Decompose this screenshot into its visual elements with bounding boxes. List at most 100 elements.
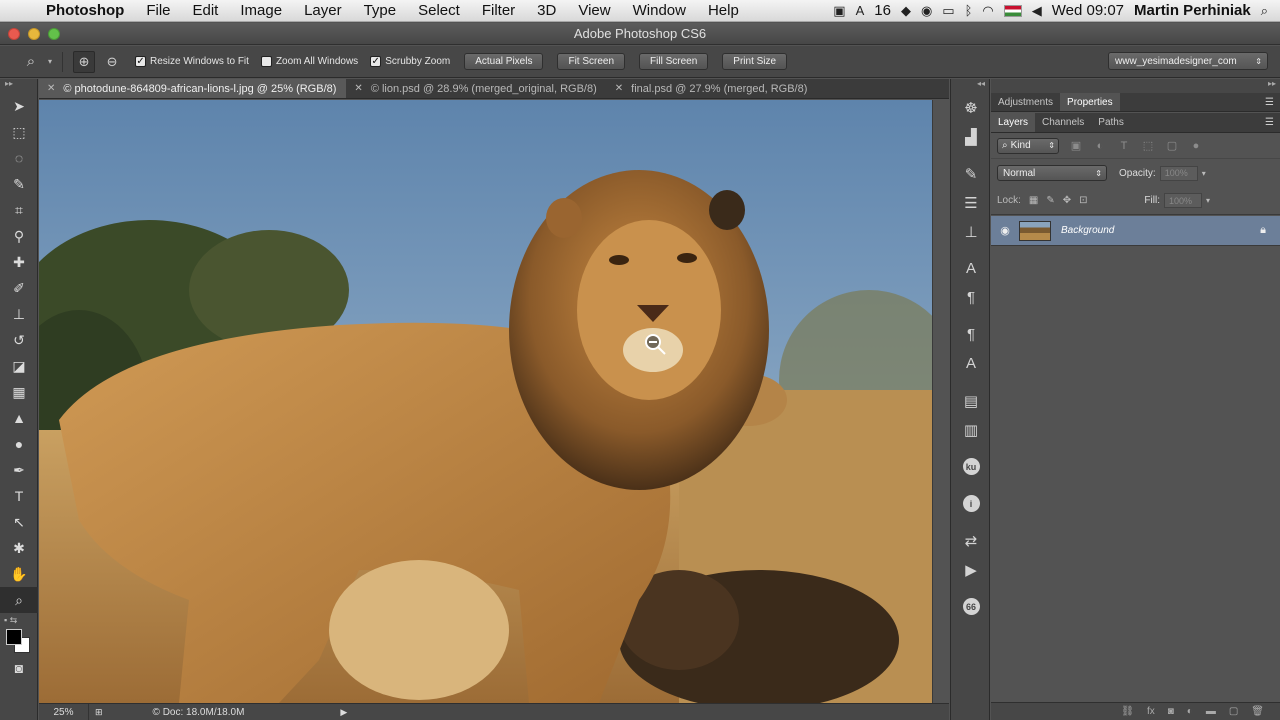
zoom-tool-icon[interactable]: ⌕ [0, 587, 38, 613]
histogram-panel-icon[interactable]: ▟ [951, 122, 991, 151]
filter-toggle-icon[interactable]: ● [1189, 140, 1203, 152]
collapse-panels-icon[interactable]: ▸▸ [991, 79, 1280, 93]
zoom-all-windows-checkbox[interactable]: Zoom All Windows [260, 56, 358, 67]
tab-layers[interactable]: Layers [991, 113, 1036, 132]
eyedropper-tool-icon[interactable]: ⚲ [0, 223, 38, 249]
filter-shape-icon[interactable]: ⬚ [1141, 139, 1155, 152]
new-group-icon[interactable]: ▬ [1206, 706, 1216, 717]
brush-presets-panel-icon[interactable]: ✎ [951, 159, 991, 188]
clone-stamp-tool-icon[interactable]: ⊥ [0, 301, 38, 327]
marquee-tool-icon[interactable]: ⬚ [0, 119, 38, 145]
adobe-icon[interactable]: A [856, 3, 865, 18]
display-icon[interactable]: ▭ [942, 3, 954, 19]
bluetooth-icon[interactable]: ᛒ [965, 3, 973, 18]
default-colors-icon[interactable]: ▪ ⇆ [4, 615, 17, 626]
pen-tool-icon[interactable]: ✒ [0, 457, 38, 483]
healing-brush-tool-icon[interactable]: ✚ [0, 249, 38, 275]
collapse-toolbar-icon[interactable]: ▸▸ [0, 79, 37, 93]
hand-tool-icon[interactable]: ✋ [0, 561, 38, 587]
dodge-tool-icon[interactable]: ● [0, 431, 38, 457]
paragraph-styles-panel-icon[interactable]: ¶ [951, 320, 991, 349]
menu-layer[interactable]: Layer [293, 2, 353, 19]
tab-properties[interactable]: Properties [1060, 93, 1120, 111]
history-brush-tool-icon[interactable]: ↺ [0, 327, 38, 353]
filter-pixel-icon[interactable]: ▣ [1069, 139, 1083, 152]
paragraph-panel-icon[interactable]: ¶ [951, 283, 991, 312]
menu-app-photoshop[interactable]: Photoshop [40, 2, 135, 19]
tool-preset-dropdown-icon[interactable]: ▾ [48, 57, 52, 66]
notes-panel-icon[interactable]: ▤ [951, 386, 991, 415]
adjustment-layer-icon[interactable]: ◐ [1187, 706, 1193, 717]
workspace-switcher[interactable]: www_yesimadesigner_com ⇕ [1108, 52, 1268, 70]
expand-panels-icon[interactable]: ◂◂ [951, 79, 989, 93]
opacity-slider-icon[interactable]: ▾ [1202, 169, 1206, 178]
path-selection-tool-icon[interactable]: ↖ [0, 509, 38, 535]
menu-filter[interactable]: Filter [471, 2, 526, 19]
extension-panel-icon[interactable]: 66 [951, 592, 991, 621]
panel-menu-icon[interactable]: ☰ [1265, 97, 1274, 108]
add-mask-icon[interactable]: ◙ [1168, 706, 1174, 717]
menu-help[interactable]: Help [697, 2, 750, 19]
layer-lock-icon[interactable]: 🔒︎ [1260, 224, 1266, 237]
lasso-tool-icon[interactable]: ◌ [0, 145, 38, 171]
type-tool-icon[interactable]: T [0, 483, 38, 509]
fit-screen-button[interactable]: Fit Screen [557, 53, 626, 70]
foreground-color-swatch[interactable] [6, 629, 22, 645]
print-size-button[interactable]: Print Size [722, 53, 788, 70]
fill-field[interactable]: 100% [1163, 193, 1202, 208]
lock-all-icon[interactable]: ⊡ [1079, 195, 1087, 206]
zoom-out-mode-button[interactable]: ⊖ [101, 51, 123, 73]
window-zoom-button[interactable] [48, 28, 60, 40]
character-styles-panel-icon[interactable]: A [951, 349, 991, 378]
history-panel-icon[interactable]: ⇄ [951, 526, 991, 555]
kuler-panel-icon[interactable]: ku [951, 452, 991, 481]
tool-presets-panel-icon[interactable]: ▥ [951, 415, 991, 444]
spotlight-search-icon[interactable]: ⌕ [1261, 3, 1268, 19]
menu-3d[interactable]: 3D [526, 2, 567, 19]
lock-pixels-icon[interactable]: ✎ [1046, 195, 1054, 206]
status-menu-arrow-icon[interactable]: ▶ [340, 707, 347, 718]
fill-screen-button[interactable]: Fill Screen [639, 53, 709, 70]
blend-mode-dropdown[interactable]: Normal ⇕ [997, 165, 1107, 181]
doc-info-icon[interactable]: ⊞ [95, 707, 103, 718]
brush-tool-icon[interactable]: ✐ [0, 275, 38, 301]
volume-icon[interactable]: ◀ [1032, 3, 1042, 19]
blur-tool-icon[interactable]: ▲ [0, 405, 38, 431]
resize-windows-checkbox[interactable]: ✓ Resize Windows to Fit [135, 56, 249, 67]
character-panel-icon[interactable]: A [951, 254, 991, 283]
doc-tab-final-psd[interactable]: ✕ final.psd @ 27.9% (merged, RGB/8) [607, 79, 818, 98]
shape-tool-icon[interactable]: ✱ [0, 535, 38, 561]
input-language-flag-icon[interactable] [1003, 4, 1022, 17]
delete-layer-icon[interactable]: 🗑︎ [1251, 706, 1264, 717]
menu-view[interactable]: View [567, 2, 621, 19]
filter-type-icon[interactable]: T [1117, 140, 1131, 152]
info-panel-icon[interactable]: i [951, 489, 991, 518]
zoom-level-field[interactable]: 25% [39, 704, 89, 720]
vertical-scrollbar[interactable] [932, 100, 949, 703]
brush-panel-icon[interactable]: ☰ [951, 188, 991, 217]
menu-window[interactable]: Window [622, 2, 697, 19]
layer-style-fx-icon[interactable]: fx [1147, 706, 1155, 717]
window-minimize-button[interactable] [28, 28, 40, 40]
doc-tab-african-lions[interactable]: ✕ © photodune-864809-african-lions-l.jpg… [39, 79, 347, 98]
wifi-icon[interactable]: ◠ [982, 3, 993, 19]
navigator-panel-icon[interactable]: ☸ [951, 93, 991, 122]
lock-position-icon[interactable]: ✥ [1063, 195, 1071, 206]
menu-select[interactable]: Select [407, 2, 471, 19]
record-icon[interactable]: ◉ [921, 3, 932, 19]
tab-paths[interactable]: Paths [1091, 113, 1131, 132]
menubar-clock[interactable]: Wed 09:07 [1052, 2, 1124, 19]
opacity-field[interactable]: 100% [1159, 165, 1198, 181]
menu-image[interactable]: Image [229, 2, 293, 19]
menubar-user[interactable]: Martin Perhiniak [1134, 2, 1251, 19]
drive-icon[interactable]: ◆ [901, 3, 911, 19]
document-canvas[interactable] [39, 100, 932, 703]
layer-row-background[interactable]: ◉ Background 🔒︎ [991, 216, 1280, 246]
tab-channels[interactable]: Channels [1035, 113, 1091, 132]
filter-adjustment-icon[interactable]: ◐ [1093, 140, 1107, 152]
filter-kind-dropdown[interactable]: ⌕ Kind ⇕ [997, 137, 1059, 154]
lock-transparent-icon[interactable]: ▦ [1029, 195, 1038, 206]
zoom-in-mode-button[interactable]: ⊕ [73, 50, 96, 73]
gradient-tool-icon[interactable]: ▦ [0, 379, 38, 405]
quick-mask-icon[interactable]: ◙ [0, 655, 38, 681]
